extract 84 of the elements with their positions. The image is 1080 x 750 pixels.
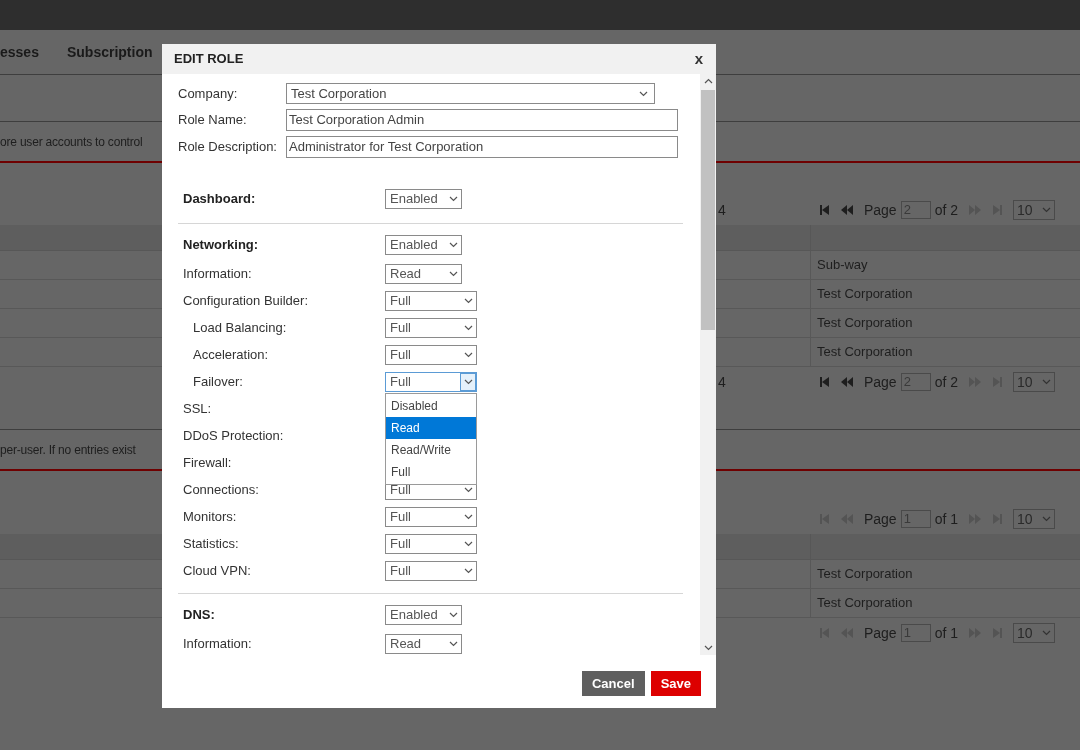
chevron-icon bbox=[463, 378, 473, 385]
page-label: Page bbox=[863, 200, 897, 220]
dropdown[interactable]: Full bbox=[385, 533, 477, 554]
chevron-icon bbox=[463, 486, 473, 493]
page-total: of 1 bbox=[934, 509, 958, 529]
dropdown[interactable]: Enabled bbox=[385, 605, 462, 625]
scroll-up-icon[interactable] bbox=[703, 78, 713, 84]
table-cell-text: Test Corporation bbox=[816, 314, 913, 333]
dropdown[interactable]: Enabled bbox=[385, 235, 462, 255]
permission-label: Firewall: bbox=[183, 453, 233, 472]
permission-label: Monitors: bbox=[183, 507, 238, 526]
dropdown[interactable]: Read bbox=[385, 263, 462, 284]
dropdown[interactable]: Full bbox=[385, 290, 477, 311]
permission-label: Statistics: bbox=[183, 534, 240, 553]
page-total: of 1 bbox=[934, 623, 958, 643]
description-text: per-user. If no entries exist bbox=[0, 441, 136, 459]
table-cell-text: Test Corporation bbox=[816, 343, 913, 362]
chevron-icon bbox=[463, 351, 473, 358]
section-label: Networking: bbox=[183, 236, 260, 255]
cancel-button[interactable]: Cancel bbox=[582, 671, 645, 696]
permission-label: Information: bbox=[183, 634, 253, 653]
company-select[interactable]: Test Corporation bbox=[286, 83, 655, 104]
text-input[interactable]: Administrator for Test Corporation bbox=[286, 135, 678, 158]
permission-label: SSL: bbox=[183, 399, 213, 418]
record-count: 4 bbox=[718, 200, 726, 220]
chevron-icon bbox=[448, 270, 458, 277]
previous-page-icon[interactable] bbox=[839, 204, 854, 216]
dropdown[interactable]: Enabled bbox=[385, 189, 462, 209]
dropdown[interactable]: Full bbox=[385, 560, 477, 581]
chevron-icon bbox=[1042, 207, 1051, 213]
dropdown[interactable]: Full bbox=[385, 371, 477, 392]
table-cell-text: Test Corporation bbox=[816, 565, 913, 584]
chevron-icon bbox=[1042, 379, 1051, 385]
record-count: 4 bbox=[718, 372, 726, 392]
dropdown[interactable]: Read bbox=[385, 633, 462, 654]
field-label: Role Description: bbox=[178, 137, 278, 156]
chevron-icon bbox=[448, 612, 458, 618]
chevron-icon bbox=[448, 196, 458, 202]
previous-page-icon[interactable] bbox=[839, 376, 854, 388]
chevron-icon bbox=[1042, 516, 1051, 522]
close-button[interactable]: x bbox=[694, 47, 703, 71]
dropdown[interactable]: Full bbox=[385, 344, 477, 365]
field-label: Role Name: bbox=[178, 110, 248, 129]
table-cell-text: Test Corporation bbox=[816, 285, 913, 304]
dropdown[interactable]: Full bbox=[385, 506, 477, 527]
chevron-icon bbox=[463, 513, 473, 520]
permission-label: Information: bbox=[183, 264, 253, 283]
table-cell-text: Sub-way bbox=[816, 256, 868, 275]
chevron-icon bbox=[1042, 630, 1051, 636]
chevron-icon bbox=[463, 324, 473, 331]
description-text: ore user accounts to control bbox=[0, 133, 143, 151]
dropdown-option[interactable]: Read bbox=[386, 416, 476, 439]
section-label: DNS: bbox=[183, 606, 216, 625]
dropdown[interactable]: Full bbox=[385, 317, 477, 338]
page-label: Page bbox=[863, 372, 897, 392]
dropdown-option[interactable]: Disabled bbox=[386, 394, 476, 417]
scrollbar[interactable] bbox=[700, 74, 716, 655]
first-page-icon[interactable] bbox=[818, 376, 830, 388]
page-total: of 2 bbox=[934, 372, 958, 392]
text-input[interactable]: Test Corporation Admin bbox=[286, 108, 678, 131]
save-button[interactable]: Save bbox=[650, 671, 701, 696]
dialog-title: EDIT ROLE bbox=[174, 50, 244, 69]
field-label: Company: bbox=[178, 84, 239, 103]
chevron-icon bbox=[448, 640, 458, 647]
permission-label: DDoS Protection: bbox=[183, 426, 285, 445]
permission-label: Configuration Builder: bbox=[183, 291, 310, 310]
permission-label: Cloud VPN: bbox=[183, 561, 252, 580]
permission-label: Acceleration: bbox=[193, 345, 270, 364]
permission-label: Load Balancing: bbox=[193, 318, 288, 337]
page-label: Page bbox=[863, 623, 897, 643]
dropdown-option[interactable]: Read/Write bbox=[386, 438, 476, 461]
chevron-icon bbox=[448, 242, 458, 248]
page-total: of 2 bbox=[934, 200, 958, 220]
chevron-icon bbox=[463, 567, 473, 574]
scroll-down-icon[interactable] bbox=[703, 645, 713, 651]
table-cell-text: Test Corporation bbox=[816, 594, 913, 613]
page-label: Page bbox=[863, 509, 897, 529]
chevron-icon bbox=[463, 540, 473, 547]
permission-label: Failover: bbox=[193, 372, 244, 391]
chevron-icon bbox=[639, 90, 648, 97]
permission-label: Connections: bbox=[183, 480, 260, 499]
chevron-icon bbox=[463, 297, 473, 304]
first-page-icon[interactable] bbox=[818, 204, 830, 216]
section-label: Dashboard: bbox=[183, 190, 257, 209]
